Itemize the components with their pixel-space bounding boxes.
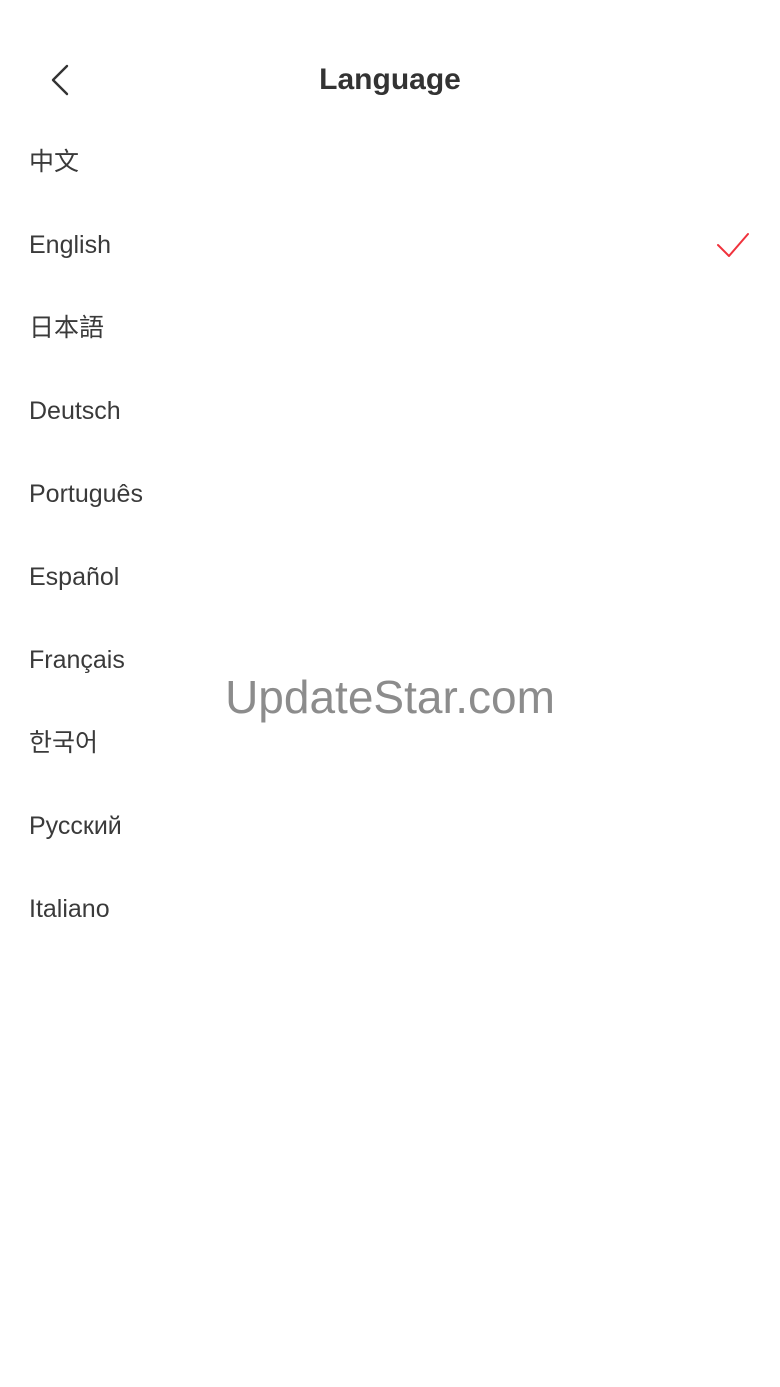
language-label: Português: [29, 480, 143, 508]
language-item-italian[interactable]: Italiano: [0, 868, 780, 951]
language-item-german[interactable]: Deutsch: [0, 370, 780, 453]
language-item-portuguese[interactable]: Português: [0, 453, 780, 536]
checkmark-icon: [717, 233, 749, 257]
language-list: 中文 English 日本語 Deutsch Português Español…: [0, 121, 780, 951]
language-label: Italiano: [29, 895, 110, 923]
language-label: Русский: [29, 812, 122, 840]
language-item-english[interactable]: English: [0, 204, 780, 287]
page-title: Language: [319, 63, 461, 96]
language-label: English: [29, 231, 111, 259]
language-item-french[interactable]: Français: [0, 619, 780, 702]
nav-bar: Language: [0, 0, 780, 120]
language-item-russian[interactable]: Русский: [0, 785, 780, 868]
language-label: Deutsch: [29, 397, 121, 425]
language-item-chinese[interactable]: 中文: [0, 121, 780, 204]
language-label: 한국어: [29, 729, 99, 757]
language-label: 日本語: [29, 314, 105, 342]
language-item-japanese[interactable]: 日本語: [0, 287, 780, 370]
language-label: 中文: [29, 148, 80, 176]
language-item-spanish[interactable]: Español: [0, 536, 780, 619]
language-label: Français: [29, 646, 125, 674]
language-item-korean[interactable]: 한국어: [0, 702, 780, 785]
language-label: Español: [29, 563, 120, 591]
